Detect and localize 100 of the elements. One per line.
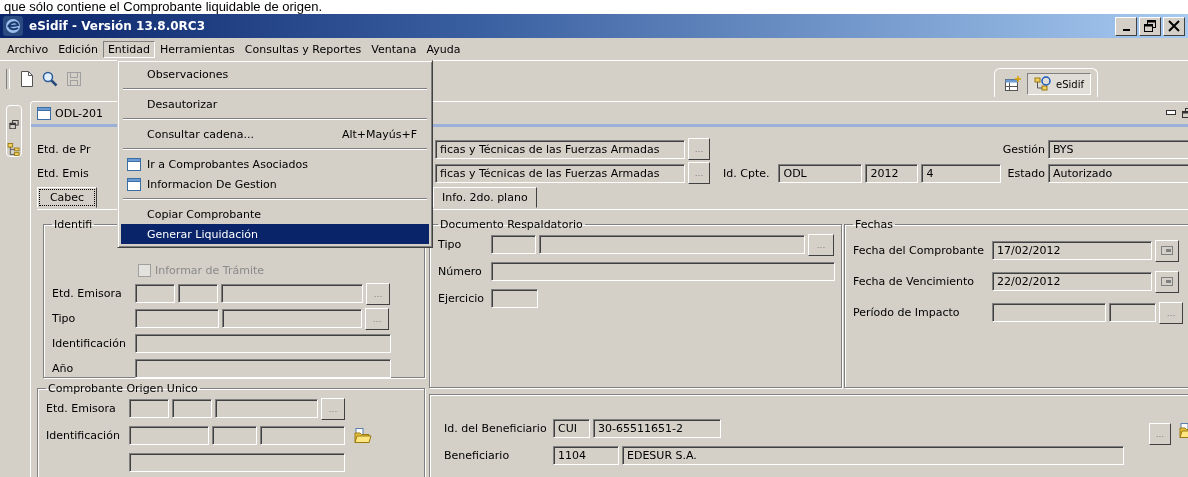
checkbox-label: Informar de Trámite bbox=[155, 263, 265, 277]
group-title: Identifi bbox=[53, 218, 94, 231]
menu-item-label: Consultar cadena... bbox=[147, 127, 254, 141]
field-label: Beneficiario bbox=[444, 449, 511, 462]
input-field[interactable]: ficas y Técnicas de las Fuerzas Armadas bbox=[435, 139, 685, 159]
menu-item[interactable]: Entidad bbox=[102, 40, 155, 58]
restore-icon[interactable] bbox=[9, 120, 19, 130]
input-field[interactable] bbox=[178, 284, 218, 303]
input-field[interactable]: 2012 bbox=[865, 163, 919, 183]
input-field[interactable]: ODL bbox=[778, 163, 863, 183]
input-field[interactable]: 30-65511651-2 bbox=[593, 419, 721, 438]
input-field[interactable] bbox=[539, 235, 805, 254]
window-icon bbox=[127, 177, 141, 191]
input-field[interactable] bbox=[129, 426, 209, 445]
input-field[interactable] bbox=[135, 359, 391, 378]
input-field[interactable]: 22/02/2012 bbox=[992, 272, 1152, 291]
input-field[interactable] bbox=[129, 453, 345, 472]
folder-icon bbox=[354, 427, 372, 444]
menu-item[interactable]: Desautorizar bbox=[121, 94, 429, 114]
input-field[interactable]: 4 bbox=[921, 163, 1002, 183]
input-field[interactable]: ficas y Técnicas de las Fuerzas Armadas bbox=[435, 163, 685, 183]
menu-item-label: Copiar Comprobante bbox=[147, 207, 262, 221]
field-label: Id. del Beneficiario bbox=[444, 422, 548, 435]
menu-item[interactable]: Consultas y Reportes bbox=[239, 40, 367, 58]
tab-title: ODL-201 bbox=[55, 106, 104, 120]
input-field[interactable] bbox=[135, 334, 391, 353]
input-field[interactable]: EDESUR S.A. bbox=[622, 446, 1124, 465]
hierarchy-icon bbox=[1034, 76, 1053, 92]
perspective-button[interactable]: eSidif bbox=[1027, 73, 1091, 95]
input-field[interactable] bbox=[215, 399, 318, 418]
tab[interactable]: Info. 2do. plano bbox=[433, 187, 537, 208]
input-field[interactable]: BYS bbox=[1047, 139, 1188, 159]
input-field[interactable]: 17/02/2012 bbox=[992, 241, 1152, 260]
minimize-button[interactable] bbox=[1115, 16, 1137, 36]
menu-item-label: Generar Liquidación bbox=[147, 227, 259, 241]
restore-icon bbox=[1144, 20, 1156, 32]
calendar-button[interactable] bbox=[1155, 239, 1179, 262]
window-title: eSidif - Versión 13.8.0RC3 bbox=[29, 19, 205, 33]
input-field[interactable] bbox=[172, 399, 212, 418]
restore-button[interactable] bbox=[1139, 16, 1161, 36]
calendar-button[interactable] bbox=[1155, 270, 1179, 293]
hierarchy-icon[interactable] bbox=[7, 143, 21, 156]
field-label: Fecha de Vencimiento bbox=[853, 275, 976, 288]
input-field[interactable] bbox=[129, 399, 169, 418]
field-label: Id. Cpte. bbox=[723, 166, 770, 180]
input-field[interactable] bbox=[1109, 303, 1156, 322]
field-label: Tipo bbox=[52, 312, 77, 325]
input-field[interactable] bbox=[491, 289, 538, 308]
close-button[interactable] bbox=[1163, 16, 1185, 36]
menu-item[interactable]: Ayuda bbox=[421, 40, 466, 58]
field-label: Número bbox=[438, 265, 483, 278]
new-document-icon[interactable] bbox=[18, 69, 36, 89]
input-field[interactable] bbox=[491, 235, 536, 254]
menu-item-label: Ir a Comprobantes Asociados bbox=[147, 157, 308, 171]
group-title: Documento Respaldatorio bbox=[439, 218, 584, 231]
input-field[interactable] bbox=[212, 426, 257, 445]
shortcut-text: Alt+Mayús+F bbox=[341, 127, 417, 141]
field-label: Identificación bbox=[46, 429, 121, 442]
input-field[interactable] bbox=[260, 426, 345, 445]
menu-item[interactable]: Ir a Comprobantes Asociados bbox=[121, 154, 429, 174]
field-label: Fecha del Comprobante bbox=[853, 244, 985, 257]
field-label: Identificación bbox=[52, 337, 127, 350]
input-field[interactable] bbox=[992, 303, 1106, 322]
minimize-icon bbox=[1122, 29, 1130, 31]
restore-icon[interactable] bbox=[1181, 108, 1188, 118]
group-title: Fechas bbox=[854, 218, 894, 231]
input-field[interactable] bbox=[222, 309, 362, 328]
menu-item[interactable]: Herramientas bbox=[154, 40, 240, 58]
menu-item-label: Desautorizar bbox=[147, 97, 218, 111]
group-title: Comprobante Origen Unico bbox=[47, 382, 199, 395]
input-field[interactable]: 1104 bbox=[553, 446, 619, 465]
window-icon bbox=[37, 106, 51, 120]
input-field[interactable] bbox=[135, 284, 175, 303]
menu-item[interactable]: Informacion De Gestion bbox=[121, 174, 429, 194]
input-field[interactable] bbox=[221, 284, 363, 303]
input-field[interactable]: Autorizado bbox=[1047, 163, 1188, 183]
input-field[interactable] bbox=[135, 309, 219, 328]
field-label: Etd. Emisora bbox=[52, 287, 123, 300]
menu-item[interactable]: Observaciones bbox=[121, 64, 429, 84]
field-label: Año bbox=[52, 362, 75, 375]
menu-item[interactable]: Generar Liquidación bbox=[121, 224, 429, 244]
field-label: Tipo bbox=[438, 238, 463, 251]
input-field[interactable]: CUI bbox=[553, 419, 590, 438]
field-label: Estado bbox=[1007, 166, 1045, 180]
field-label: Etd. Emis bbox=[37, 166, 89, 180]
menu-item[interactable]: Ventana bbox=[366, 40, 422, 58]
tab[interactable]: Cabec bbox=[37, 187, 97, 208]
input-field[interactable] bbox=[491, 262, 835, 281]
open-perspective-icon[interactable] bbox=[1005, 76, 1022, 92]
app-icon bbox=[3, 16, 23, 36]
field-label: Etd. Emisora bbox=[46, 402, 117, 415]
minimize-icon[interactable] bbox=[1165, 110, 1176, 116]
editor-tab[interactable]: ODL-201 bbox=[31, 102, 110, 124]
menu-item[interactable]: Edición bbox=[53, 40, 103, 58]
menu-item-label: Observaciones bbox=[147, 67, 229, 81]
menu-item[interactable]: Copiar Comprobante bbox=[121, 204, 429, 224]
search-icon[interactable] bbox=[40, 69, 60, 89]
menu-item[interactable]: Archivo bbox=[2, 40, 54, 58]
field-label: Etd. de Pr bbox=[37, 142, 91, 156]
menu-item[interactable]: Consultar cadena... Alt+Mayús+F bbox=[121, 124, 429, 144]
